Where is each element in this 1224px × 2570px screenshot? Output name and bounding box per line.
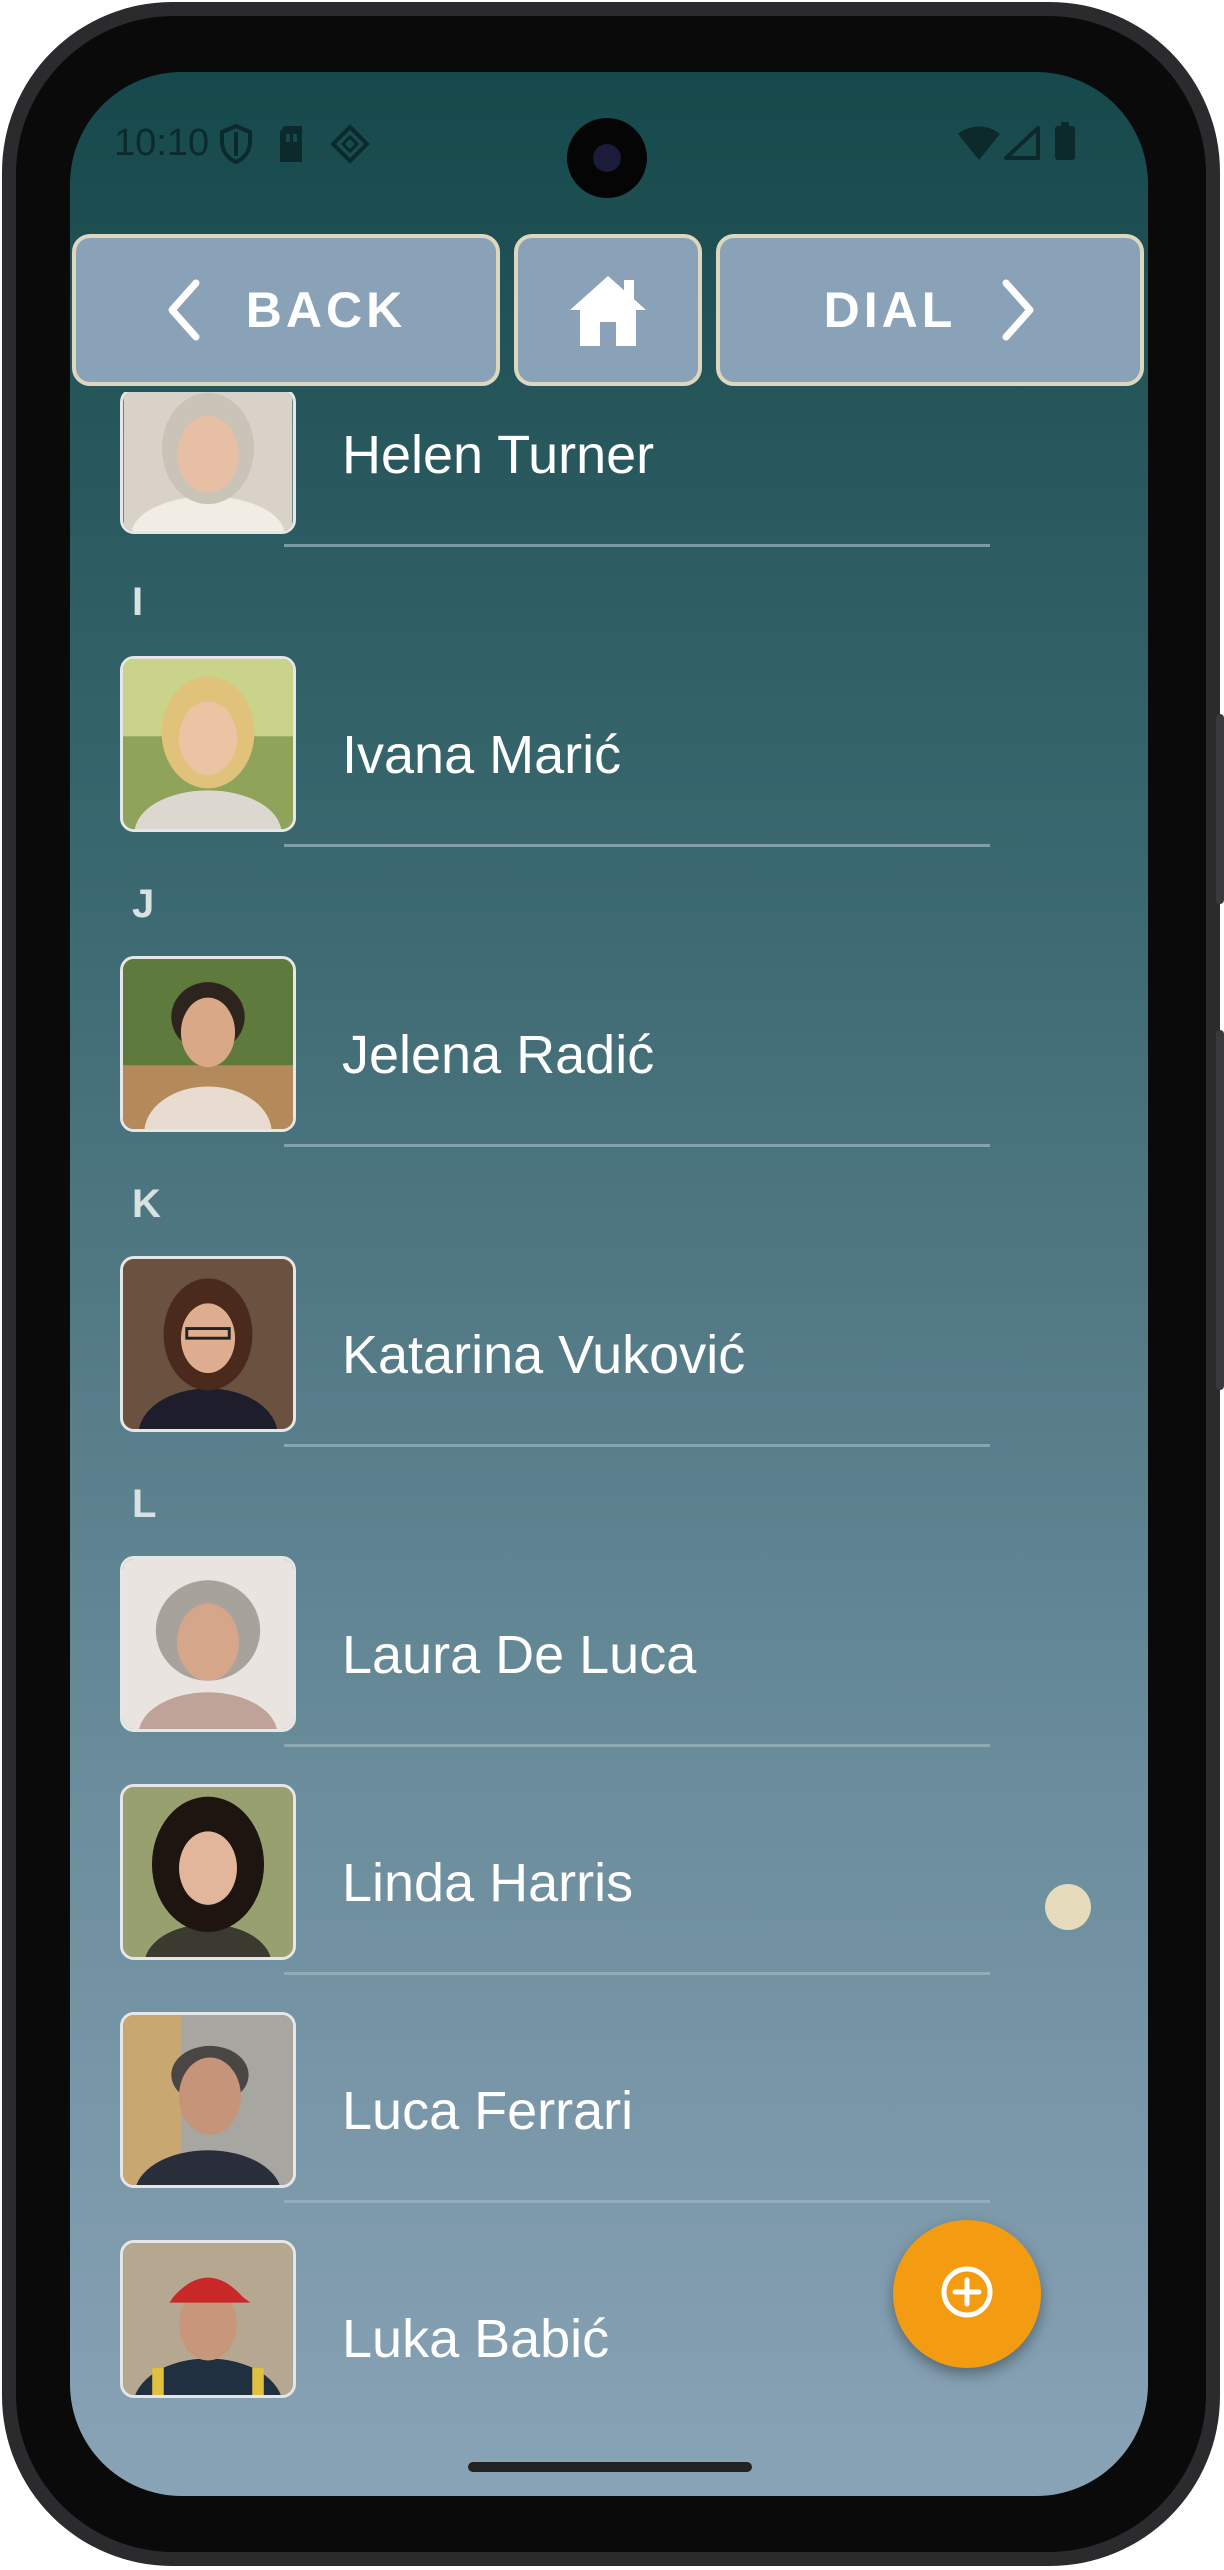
divider xyxy=(284,1444,990,1447)
dial-button[interactable]: DIAL xyxy=(716,234,1144,386)
divider xyxy=(284,1744,990,1747)
avatar xyxy=(120,2240,296,2398)
section-letter: L xyxy=(132,1482,157,1526)
chevron-right-icon xyxy=(1002,279,1036,341)
back-button[interactable]: BACK xyxy=(72,234,500,386)
divider xyxy=(284,1972,990,1975)
wifi-icon xyxy=(958,126,1000,165)
avatar xyxy=(120,956,296,1132)
status-time: 10:10 xyxy=(114,122,210,164)
section-letter: J xyxy=(132,882,155,926)
section-letter: I xyxy=(132,580,144,624)
avatar xyxy=(120,1556,296,1732)
dial-button-label: DIAL xyxy=(823,282,957,338)
contact-name: Ivana Marić xyxy=(342,725,622,785)
chevron-left-icon xyxy=(166,279,200,341)
battery-icon xyxy=(1054,122,1076,165)
contact-name: Laura De Luca xyxy=(342,1625,697,1685)
scroll-indicator-dot[interactable] xyxy=(1045,1884,1091,1930)
screen: 10:10 BACK DIAL Helen Turner I Ivana Mar… xyxy=(70,72,1148,2496)
section-letter: K xyxy=(132,1182,161,1226)
contact-name: Jelena Radić xyxy=(342,1025,655,1085)
nfc-icon xyxy=(330,124,370,169)
gesture-navigation-bar[interactable] xyxy=(468,2462,752,2472)
divider xyxy=(284,544,990,547)
avatar xyxy=(120,656,296,832)
home-button[interactable] xyxy=(514,234,702,386)
divider xyxy=(284,2200,990,2203)
sim-card-icon xyxy=(276,124,306,169)
contact-name: Linda Harris xyxy=(342,1853,634,1913)
shield-icon xyxy=(218,123,254,169)
add-contact-button[interactable] xyxy=(893,2220,1041,2368)
divider xyxy=(284,844,990,847)
signal-icon xyxy=(1004,126,1040,165)
contact-name: Katarina Vuković xyxy=(342,1325,746,1385)
status-bar: 10:10 xyxy=(70,72,1148,212)
avatar xyxy=(120,1784,296,1960)
contact-name: Luka Babić xyxy=(342,2309,610,2369)
avatar xyxy=(120,392,296,534)
home-icon xyxy=(566,272,650,348)
contact-name: Luca Ferrari xyxy=(342,2081,634,2141)
add-circle-icon xyxy=(939,2264,995,2325)
avatar xyxy=(120,1256,296,1432)
front-camera xyxy=(567,118,647,198)
avatar xyxy=(120,2012,296,2188)
contact-list[interactable]: Helen Turner I Ivana Marić J Jelena Radi… xyxy=(70,392,1148,2496)
back-button-label: BACK xyxy=(245,282,407,338)
contact-name: Helen Turner xyxy=(342,425,655,485)
divider xyxy=(284,1144,990,1147)
